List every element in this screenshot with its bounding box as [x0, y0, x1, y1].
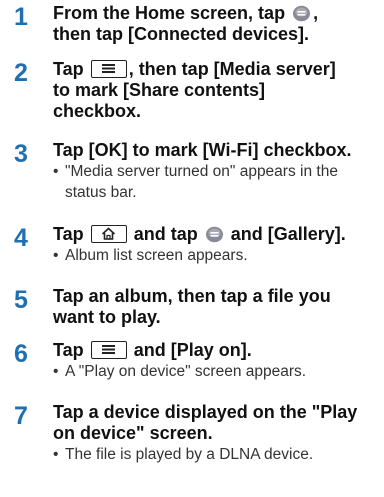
bullet: •	[53, 446, 59, 463]
apps-icon	[292, 5, 311, 22]
step-body: From the Home screen, tap , then tap [Co…	[53, 3, 378, 45]
note-text: "Media server turned on" appears in the	[65, 163, 338, 180]
step-text: want to play.	[53, 307, 161, 327]
step-body: Tap [OK] to mark [Wi-Fi] checkbox. • "Me…	[53, 140, 378, 203]
step-number: 1	[14, 3, 28, 31]
step-number: 3	[14, 140, 28, 168]
step-text: and [Gallery].	[230, 224, 346, 244]
step-text: Tap a device displayed on the "Play	[53, 402, 358, 422]
step-text: ,	[313, 3, 319, 23]
step-text: on device" screen.	[53, 423, 213, 443]
step-title: Tap and [Play on].	[53, 340, 378, 361]
step-body: Tap and [Play on]. • A "Play on device" …	[53, 340, 378, 382]
step-title: Tap and tap and [Gallery].	[53, 224, 378, 245]
note-text: A "Play on device" screen appears.	[65, 363, 307, 380]
home-key-icon	[90, 225, 127, 243]
step-number: 5	[14, 286, 28, 314]
step-text: Tap	[53, 59, 84, 79]
step-text: Tap	[53, 340, 84, 360]
apps-icon	[205, 226, 224, 243]
step-text: and tap	[133, 224, 198, 244]
step-number: 6	[14, 340, 28, 368]
step-body: Tap , then tap [Media server] to mark [S…	[53, 59, 378, 122]
note-text: Album list screen appears.	[65, 247, 248, 264]
step-body: Tap a device displayed on the "Play on d…	[53, 402, 378, 465]
menu-key-icon	[90, 60, 127, 78]
step-body: Tap and tap and [Gallery]. • Album list …	[53, 224, 378, 266]
bullet: •	[53, 363, 59, 380]
step-title: Tap , then tap [Media server] to mark [S…	[53, 59, 378, 122]
step-text: Tap an album, then tap a file you	[53, 286, 331, 306]
step-number: 4	[14, 224, 28, 252]
bullet: •	[53, 247, 59, 264]
step-number: 7	[14, 402, 28, 430]
step-text: then tap [Connected devices].	[53, 24, 310, 44]
step-text: checkbox.	[53, 101, 142, 121]
step-text: to mark [Share contents]	[53, 80, 266, 100]
note-text: status bar.	[65, 184, 137, 201]
step-note: • Album list screen appears.	[53, 245, 378, 266]
step-number: 2	[14, 59, 28, 87]
step-note: • A "Play on device" screen appears.	[53, 361, 378, 382]
bullet: •	[53, 163, 59, 180]
note-text: The file is played by a DLNA device.	[65, 446, 314, 463]
step-text: Tap	[53, 224, 84, 244]
menu-key-icon	[90, 341, 127, 359]
step-title: Tap a device displayed on the "Play on d…	[53, 402, 378, 444]
step-note: • "Media server turned on" appears in th…	[53, 161, 378, 203]
step-title: From the Home screen, tap , then tap [Co…	[53, 3, 378, 45]
step-title: Tap [OK] to mark [Wi-Fi] checkbox.	[53, 140, 352, 160]
step-body: Tap an album, then tap a file you want t…	[53, 286, 378, 328]
step-note: • The file is played by a DLNA device.	[53, 444, 378, 465]
step-text: and [Play on].	[133, 340, 252, 360]
step-text: From the Home screen, tap	[53, 3, 286, 23]
step-text: , then tap [Media server]	[128, 59, 336, 79]
step-title: Tap an album, then tap a file you want t…	[53, 286, 378, 328]
